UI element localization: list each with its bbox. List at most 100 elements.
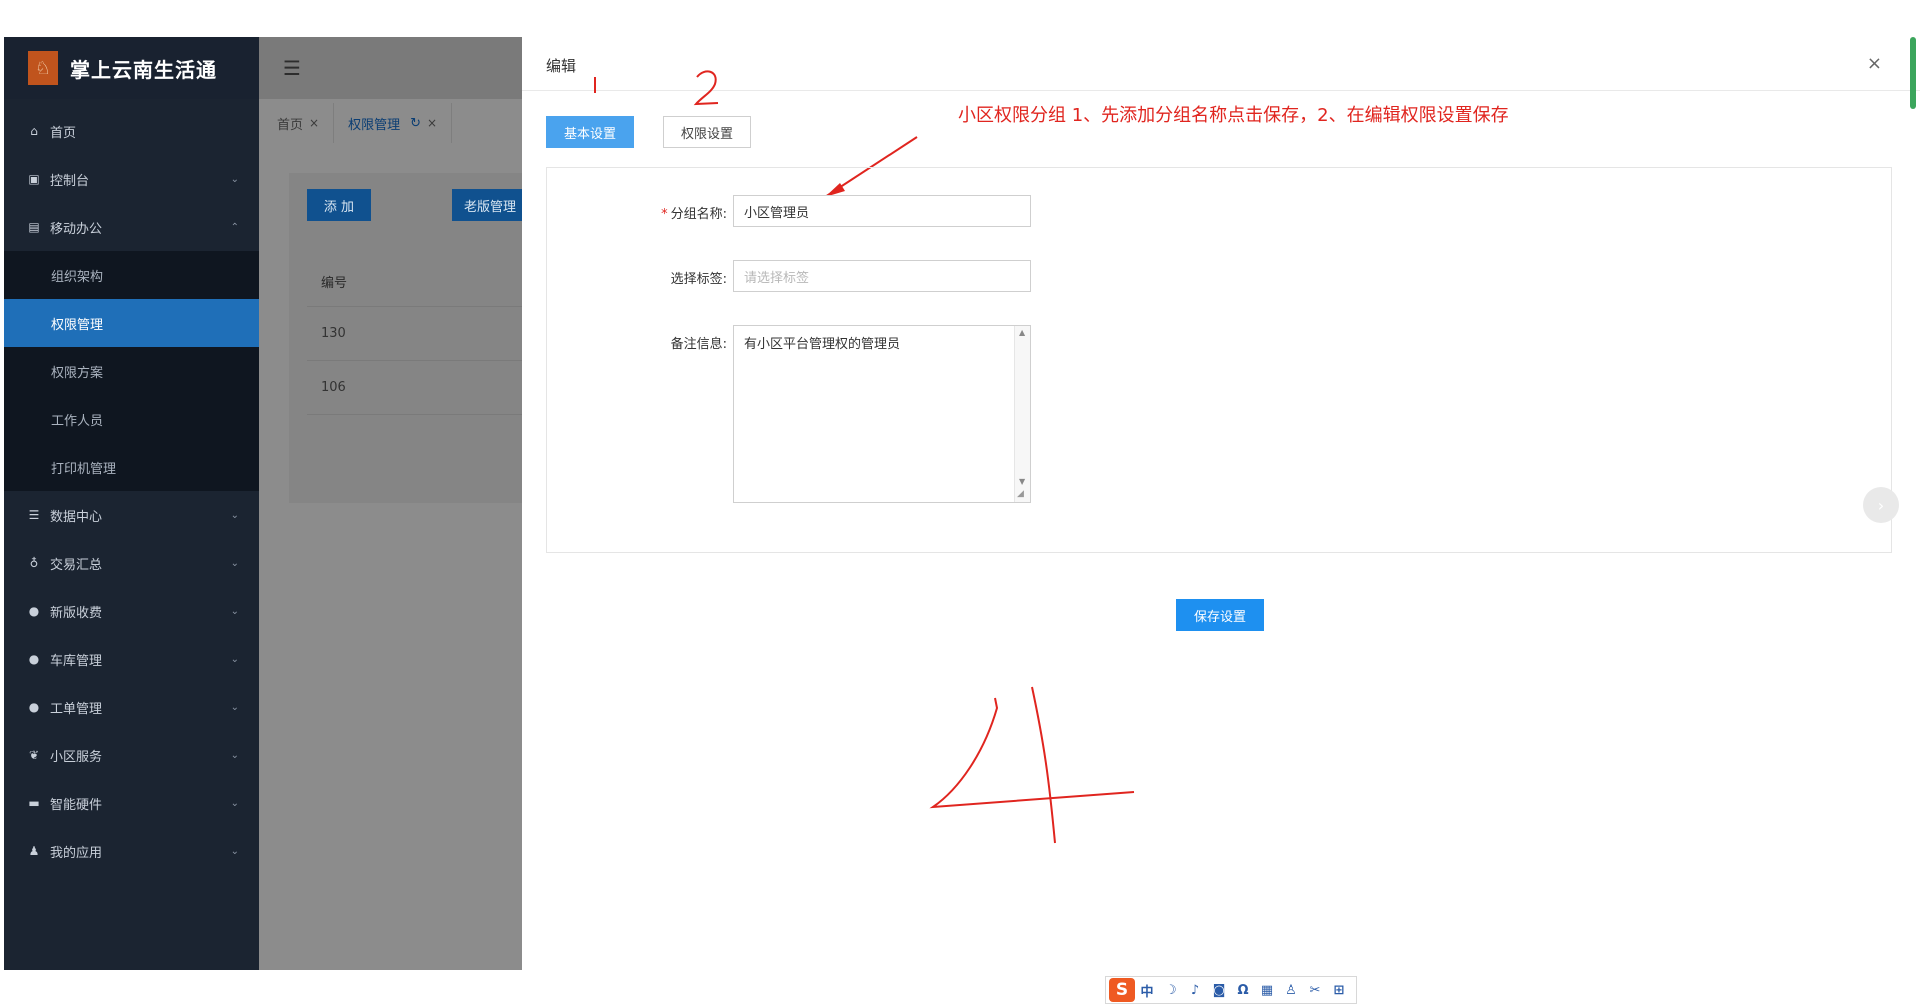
close-icon[interactable]: × [427, 116, 437, 130]
tab-permission-settings[interactable]: 权限设置 [663, 116, 751, 148]
close-icon[interactable]: × [1867, 53, 1882, 74]
remark-label: 备注信息: [670, 337, 727, 352]
chinese-mode-icon[interactable]: 中 [1135, 981, 1159, 1000]
person-icon[interactable]: ♙ [1279, 983, 1303, 998]
submenu-item-label: 权限方案 [51, 365, 104, 381]
chevron-down-icon: ⌄ [230, 557, 239, 569]
table-row[interactable]: 106 [307, 361, 522, 415]
sidebar-item-label: 移动办公 [50, 221, 103, 237]
home-icon: ⌂ [30, 124, 38, 138]
sidebar-item-community-service[interactable]: ❦ 小区服务 ⌄ [4, 731, 259, 779]
sidebar-item-new-billing[interactable]: ● 新版收费 ⌄ [4, 587, 259, 635]
dialog-title: 编辑 [546, 57, 577, 75]
chevron-down-icon: ⌄ [230, 605, 239, 617]
close-icon[interactable]: × [309, 116, 319, 130]
basic-settings-form: * 分组名称: 小区管理员 选择标签: 请选择标签 备注信息: 有小区平台管理权的… [546, 167, 1892, 553]
sidebar-item-label: 智能硬件 [50, 797, 103, 813]
annotation-note: 小区权限分组 1、先添加分组名称点击保存，2、在编辑权限设置保存 [958, 105, 1509, 126]
leaf-icon: ❦ [28, 748, 40, 762]
chevron-down-icon: ⌄ [230, 749, 239, 761]
refresh-icon[interactable]: ↻ [410, 116, 421, 131]
app-frame: ♘ 掌上云南生活通 ⌂ 首页 ▣ 控制台 ⌄ ▤ 移动办公 ⌃ 组织架构 权限管… [4, 37, 522, 970]
moon-icon[interactable]: ☽ [1159, 983, 1183, 998]
chat-icon: ● [28, 652, 40, 666]
form-row-remark: 备注信息: 有小区平台管理权的管理员 ▲ ▼ ◢ [547, 325, 1031, 503]
submenu-mobile-office: 组织架构 权限管理 权限方案 工作人员 打印机管理 [4, 251, 259, 491]
group-name-label-text: 分组名称: [670, 207, 727, 222]
dialog-header: 编辑 × [522, 37, 1920, 91]
group-name-input[interactable]: 小区管理员 [733, 195, 1031, 227]
apps-icon[interactable]: ⊞ [1327, 983, 1351, 998]
ime-toolbar: S 中 ☽ ♪ ◙ Ω ▦ ♙ ✂ ⊞ [1105, 976, 1357, 1004]
tab-home[interactable]: 首页 × [263, 103, 335, 143]
sidebar-item-garage[interactable]: ● 车库管理 ⌄ [4, 635, 259, 683]
sidebar-item-label: 工单管理 [50, 701, 103, 717]
sogou-logo-icon[interactable]: S [1109, 978, 1135, 1002]
app-title: 掌上云南生活通 [70, 57, 217, 82]
tab-label: 权限管理 [348, 117, 401, 133]
moneybag-icon: ♁ [29, 556, 39, 570]
sidebar-item-transactions[interactable]: ♁ 交易汇总 ⌄ [4, 539, 259, 587]
next-arrow-icon[interactable]: › [1863, 487, 1899, 523]
tag-label: 选择标签: [670, 272, 727, 287]
sidebar-item-label: 首页 [50, 125, 77, 141]
tab-basic-settings[interactable]: 基本设置 [546, 116, 634, 148]
omega-icon[interactable]: Ω [1231, 983, 1255, 998]
database-icon: ☰ [28, 508, 40, 522]
submenu-item-org[interactable]: 组织架构 [4, 251, 259, 299]
submenu-item-permission[interactable]: 权限管理 [4, 299, 259, 347]
group-name-label: * 分组名称: [547, 195, 733, 222]
sidebar-item-label: 数据中心 [50, 509, 103, 525]
sidebar-item-work-orders[interactable]: ● 工单管理 ⌄ [4, 683, 259, 731]
sidebar-item-home[interactable]: ⌂ 首页 [4, 107, 259, 155]
chat-icon: ● [28, 604, 40, 618]
menu-toggle-icon[interactable]: ☰ [283, 56, 301, 80]
resize-grip-icon[interactable]: ◢ [1017, 489, 1029, 501]
tab-permission[interactable]: 权限管理 ↻ × [334, 103, 453, 143]
app-logo-icon: ♘ [28, 51, 58, 85]
sidebar-item-label: 控制台 [50, 173, 90, 189]
chat-icon: ● [28, 700, 40, 714]
keyboard-icon: ▬ [28, 796, 40, 810]
submenu-item-staff[interactable]: 工作人员 [4, 395, 259, 443]
scroll-down-icon[interactable]: ▼ [1019, 477, 1025, 486]
sidebar-item-label: 车库管理 [50, 653, 103, 669]
table-header-id: 编号 [307, 257, 522, 307]
sidebar-item-data-center[interactable]: ☰ 数据中心 ⌄ [4, 491, 259, 539]
submenu-item-permission-plan[interactable]: 权限方案 [4, 347, 259, 395]
chevron-down-icon: ⌄ [230, 701, 239, 713]
brand: ♘ 掌上云南生活通 [4, 37, 259, 99]
page-tabs: 首页 × 权限管理 ↻ × [259, 103, 522, 143]
form-row-tag: 选择标签: 请选择标签 [547, 260, 1031, 292]
textarea-scrollbar[interactable]: ▲ ▼ [1014, 326, 1030, 502]
page-scrollbar[interactable] [1910, 37, 1916, 109]
scissors-icon[interactable]: ✂ [1303, 983, 1327, 998]
sidebar-item-label: 我的应用 [50, 845, 103, 861]
sidebar-item-smart-hardware[interactable]: ▬ 智能硬件 ⌄ [4, 779, 259, 827]
submenu-item-printer[interactable]: 打印机管理 [4, 443, 259, 491]
remark-textarea[interactable]: 有小区平台管理权的管理员 ▲ ▼ ◢ [733, 325, 1031, 503]
sidebar-item-label: 新版收费 [50, 605, 103, 621]
tab-label: 首页 [277, 117, 304, 133]
chevron-down-icon: ⌄ [230, 509, 239, 521]
keyboard-icon[interactable]: ▦ [1255, 983, 1279, 998]
table-row[interactable]: 130 [307, 307, 522, 361]
main-area: ☰ 首页 × 权限管理 ↻ × 添 加 老版管理 编号 130 106 [259, 37, 522, 970]
submenu-item-label: 权限管理 [51, 317, 104, 333]
chat-icon[interactable]: ◙ [1207, 983, 1231, 998]
chevron-down-icon: ⌄ [230, 797, 239, 809]
sidebar-item-mobile-office[interactable]: ▤ 移动办公 ⌃ [4, 203, 259, 251]
microphone-icon[interactable]: ♪ [1183, 983, 1207, 998]
sidebar-item-console[interactable]: ▣ 控制台 ⌄ [4, 155, 259, 203]
tag-select[interactable]: 请选择标签 [733, 260, 1031, 292]
chevron-down-icon: ⌄ [230, 653, 239, 665]
briefcase-icon: ▤ [28, 220, 40, 234]
old-version-button[interactable]: 老版管理 [452, 189, 522, 221]
scroll-up-icon[interactable]: ▲ [1019, 328, 1025, 337]
form-row-group-name: * 分组名称: 小区管理员 [547, 195, 1031, 227]
save-settings-button[interactable]: 保存设置 [1176, 599, 1264, 631]
topbar: ☰ [259, 37, 522, 99]
sidebar: ♘ 掌上云南生活通 ⌂ 首页 ▣ 控制台 ⌄ ▤ 移动办公 ⌃ 组织架构 权限管… [4, 37, 259, 970]
add-button[interactable]: 添 加 [307, 189, 371, 221]
sidebar-item-my-apps[interactable]: ♟ 我的应用 ⌄ [4, 827, 259, 875]
